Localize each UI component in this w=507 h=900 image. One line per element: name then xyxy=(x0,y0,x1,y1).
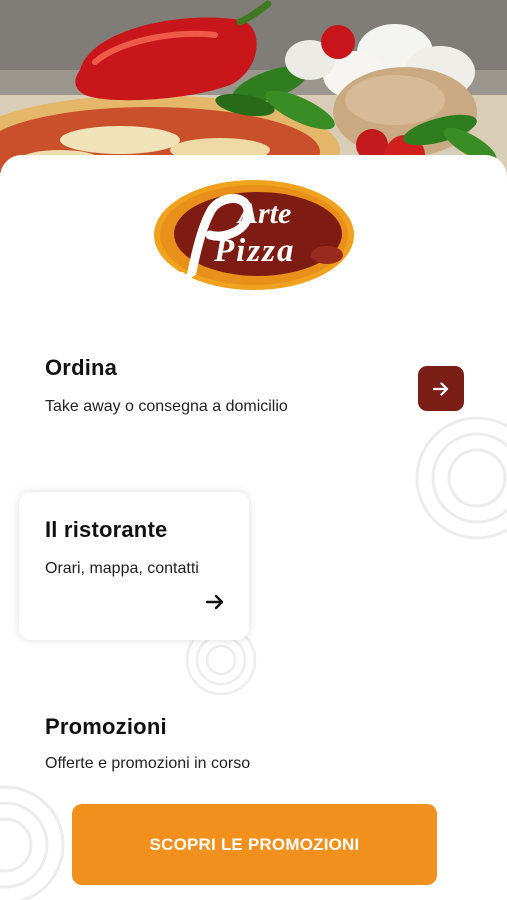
promozioni-subtitle: Offerte e promozioni in corso xyxy=(45,755,251,772)
promozioni-title: Promozioni xyxy=(45,714,167,739)
decorative-rings-left xyxy=(0,785,65,900)
arrow-right-icon xyxy=(433,381,449,396)
arte-pizza-logo: Arte Pizza xyxy=(154,180,354,290)
ordina-title: Ordina xyxy=(45,355,118,380)
ristorante-subtitle: Orari, mappa, contatti xyxy=(45,560,199,577)
content-sheet: Arte Pizza Ordina Take away o consegna a… xyxy=(0,155,507,900)
arrow-right-icon[interactable] xyxy=(202,591,228,613)
ordina-button[interactable] xyxy=(418,366,464,411)
scopri-promozioni-button[interactable]: SCOPRI LE PROMOZIONI xyxy=(72,804,437,885)
logo-text-pizza: Pizza xyxy=(213,233,296,269)
ordina-subtitle: Take away o consegna a domicilio xyxy=(45,398,288,415)
decorative-rings-right xyxy=(415,416,507,540)
logo-text-arte: Arte xyxy=(236,197,291,230)
ristorante-title: Il ristorante xyxy=(45,517,168,542)
